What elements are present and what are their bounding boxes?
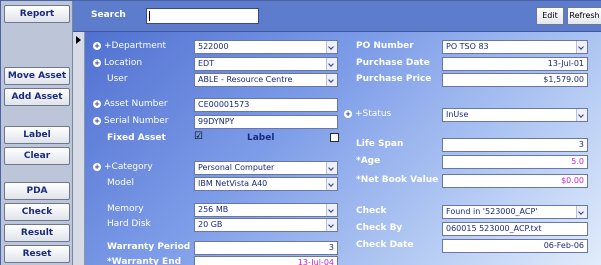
search-bar: Search Edit Refresh (73, 1, 601, 32)
check-button[interactable]: Check (4, 203, 70, 221)
plus-circle-icon: + (93, 116, 101, 125)
search-label: Search (91, 10, 126, 20)
chevron-down-icon[interactable] (576, 206, 587, 218)
label-checkbox-label: Label (247, 133, 275, 143)
warranty-end-label: *Warranty End (107, 257, 182, 265)
search-input[interactable] (146, 8, 259, 24)
status-select[interactable]: InUse (442, 108, 588, 122)
purchase-date-field[interactable]: 13-Jul-01 (442, 57, 588, 71)
category-label[interactable]: + +Category (93, 162, 153, 172)
reset-button[interactable]: Reset (4, 245, 70, 263)
model-select[interactable]: IBM NetVista A40 (194, 177, 338, 191)
purchase-date-label: Purchase Date (356, 58, 430, 68)
hard-disk-label: Hard Disk (107, 219, 151, 229)
record-selector-arrow-icon (76, 36, 81, 44)
check-label: Check (356, 206, 387, 216)
chevron-down-icon[interactable] (576, 41, 587, 53)
add-asset-button[interactable]: Add Asset (4, 88, 70, 106)
user-select[interactable]: ABLE - Resource Centre (194, 73, 338, 87)
check-select[interactable]: Found in '523000_ACP' (442, 205, 588, 219)
plus-circle-icon: + (93, 41, 101, 50)
edit-button[interactable]: Edit (536, 7, 564, 25)
asset-form: + +Department 522000 + Location EDT User A… (73, 32, 601, 265)
label-checkbox[interactable] (330, 133, 339, 142)
location-select[interactable]: EDT (194, 57, 338, 71)
life-span-label: Life Span (356, 139, 404, 149)
check-date-field[interactable]: 06-Feb-06 (442, 239, 588, 253)
chevron-down-icon[interactable] (326, 74, 337, 86)
net-book-value-label: *Net Book Value (356, 175, 439, 185)
po-number-label: PO Number (356, 41, 414, 51)
clear-button[interactable]: Clear (4, 147, 70, 165)
memory-label: Memory (107, 204, 144, 214)
department-select[interactable]: 522000 (194, 40, 338, 54)
report-button[interactable]: Report (4, 5, 70, 23)
chevron-down-icon[interactable] (326, 178, 337, 190)
chevron-down-icon[interactable] (326, 41, 337, 53)
plus-circle-icon: + (93, 58, 101, 67)
move-asset-button[interactable]: Move Asset (4, 67, 70, 85)
department-label[interactable]: + +Department (93, 41, 166, 51)
category-select[interactable]: Personal Computer (194, 161, 338, 175)
chevron-down-icon[interactable] (326, 162, 337, 174)
plus-circle-icon: + (93, 99, 101, 108)
label-button[interactable]: Label (4, 126, 70, 144)
life-span-field[interactable]: 3 (442, 138, 588, 152)
asset-window: Report Move Asset Add Asset Label Clear … (0, 0, 601, 265)
chevron-down-icon[interactable] (326, 58, 337, 70)
po-number-select[interactable]: PO TSO 83 (442, 40, 588, 54)
purchase-price-label: Purchase Price (356, 74, 432, 84)
location-label[interactable]: + Location (93, 58, 142, 68)
text-caret (149, 11, 150, 21)
asset-number-label[interactable]: + Asset Number (93, 99, 168, 109)
asset-number-field[interactable]: CE00001573 (194, 98, 338, 112)
chevron-down-icon[interactable] (326, 204, 337, 216)
plus-circle-icon: + (344, 109, 352, 118)
net-book-value-field: $0.00 (442, 174, 588, 188)
user-label: User (107, 74, 128, 84)
action-button-column: Report Move Asset Add Asset Label Clear … (1, 1, 73, 265)
result-button[interactable]: Result (4, 224, 70, 242)
model-label: Model (107, 178, 135, 188)
memory-select[interactable]: 256 MB (194, 203, 338, 217)
fixed-asset-checkbox[interactable]: ☑ (194, 132, 204, 142)
chevron-down-icon[interactable] (326, 219, 337, 231)
serial-number-label[interactable]: + Serial Number (93, 116, 168, 126)
check-by-label: Check By (356, 223, 403, 233)
age-field: 5.0 (442, 155, 588, 169)
age-label: *Age (356, 156, 381, 166)
fixed-asset-label: Fixed Asset (107, 133, 166, 143)
serial-number-field[interactable]: 99DYNPY (194, 115, 338, 129)
hard-disk-select[interactable]: 20 GB (194, 218, 338, 232)
pda-button[interactable]: PDA (4, 182, 70, 200)
purchase-price-field[interactable]: $1,579.00 (442, 73, 588, 87)
refresh-button[interactable]: Refresh (567, 7, 601, 25)
check-date-label: Check Date (356, 240, 414, 250)
warranty-end-field: 13-Jul-04 (194, 256, 338, 265)
check-by-field[interactable]: 060015 523000_ACP.txt (442, 222, 588, 236)
plus-circle-icon: + (93, 162, 101, 171)
warranty-period-field[interactable]: 3 (194, 241, 338, 255)
chevron-down-icon[interactable] (576, 109, 587, 121)
warranty-period-label: Warranty Period (107, 242, 191, 252)
record-selector[interactable] (73, 32, 85, 265)
status-label[interactable]: + +Status (344, 109, 391, 119)
